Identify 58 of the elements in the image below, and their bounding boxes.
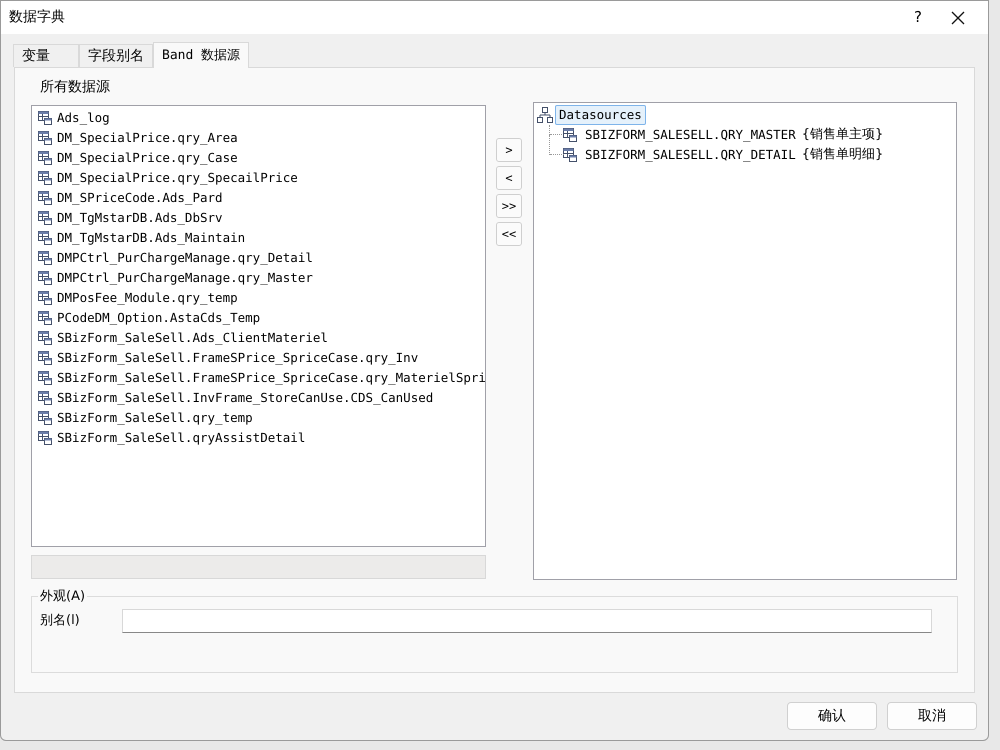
list-item[interactable]: SBizForm_SaleSell.qry_temp [57,408,253,428]
table-icon [38,411,52,425]
window-title: 数据字典 [9,8,65,27]
list-item[interactable]: DMPCtrl_PurChargeManage.qry_Master [57,268,313,288]
list-item[interactable]: SBizForm_SaleSell.qryAssistDetail [57,428,306,448]
list-item[interactable]: DMPCtrl_PurChargeManage.qry_Detail [57,248,313,268]
alias-label: 别名(l) [40,612,81,630]
table-icon [38,271,52,285]
table-icon [38,311,52,325]
section-label: 所有数据源 [40,78,111,97]
alias-text: {销售单主项} [802,126,884,144]
list-item[interactable]: SBizForm_SaleSell.Ads_ClientMateriel [57,328,328,348]
alias-field[interactable] [122,609,932,633]
table-icon [38,111,52,125]
tab[interactable]: 字段别名 [79,44,153,67]
table-icon [38,371,52,385]
list-item[interactable]: SBizForm_SaleSell.FrameSPrice_SpriceCase.qry_Inv [57,348,418,368]
list-item[interactable]: DM_TgMstarDB.Ads_Maintain [57,228,246,248]
tree-item[interactable]: SBIZFORM_SALESELL.QRY_MASTER [585,126,796,144]
table-icon [38,391,52,405]
table-icon [38,191,52,205]
list-item[interactable]: PCodeDM_Option.AstaCds_Temp [57,308,260,328]
scrollbar[interactable] [31,555,486,579]
table-icon [38,231,52,245]
close-icon [951,10,965,24]
list-item[interactable]: SBizForm_SaleSell.FrameSPrice_SpriceCase.qry_MaterielSpri [57,368,485,388]
tree-item[interactable]: SBIZFORM_SALESELL.QRY_DETAIL [585,146,796,164]
tree-item[interactable]: Datasources [555,104,646,126]
move-button[interactable]: << [496,222,522,246]
table-icon [38,211,52,225]
tab[interactable]: 变量 [13,44,79,67]
list-item[interactable]: DM_SPriceCode.Ads_Pard [57,188,223,208]
table-icon [38,151,52,165]
table-icon [38,131,52,145]
list-item[interactable]: Ads_log [57,108,110,128]
hierarchy-icon [537,107,553,123]
list-item[interactable]: DM_TgMstarDB.Ads_DbSrv [57,208,223,228]
dialog-button[interactable]: 确认 [787,702,877,730]
move-button[interactable]: < [496,166,522,190]
table-icon [38,251,52,265]
list-item[interactable]: DM_SpecialPrice.qry_SpecailPrice [57,168,298,188]
table-icon [38,351,52,365]
table-icon [38,431,52,445]
tab[interactable]: Band 数据源 [153,42,250,68]
list-item[interactable]: DMPosFee_Module.qry_temp [57,288,238,308]
dialog-button[interactable]: 取消 [887,702,977,730]
alias-text: {销售单明细} [802,146,884,164]
list-item[interactable]: DM_SpecialPrice.qry_Area [57,128,238,148]
list-item[interactable]: SBizForm_SaleSell.InvFrame_StoreCanUse.CDS_CanUsed [57,388,434,408]
table-icon [38,291,52,305]
table-icon [563,148,577,162]
list-item[interactable]: DM_SpecialPrice.qry_Case [57,148,238,168]
table-icon [38,171,52,185]
table-icon [38,331,52,345]
move-button[interactable]: >> [496,194,522,218]
move-button[interactable]: > [496,138,522,162]
help-button[interactable]: ? [898,2,938,32]
table-icon [563,128,577,142]
